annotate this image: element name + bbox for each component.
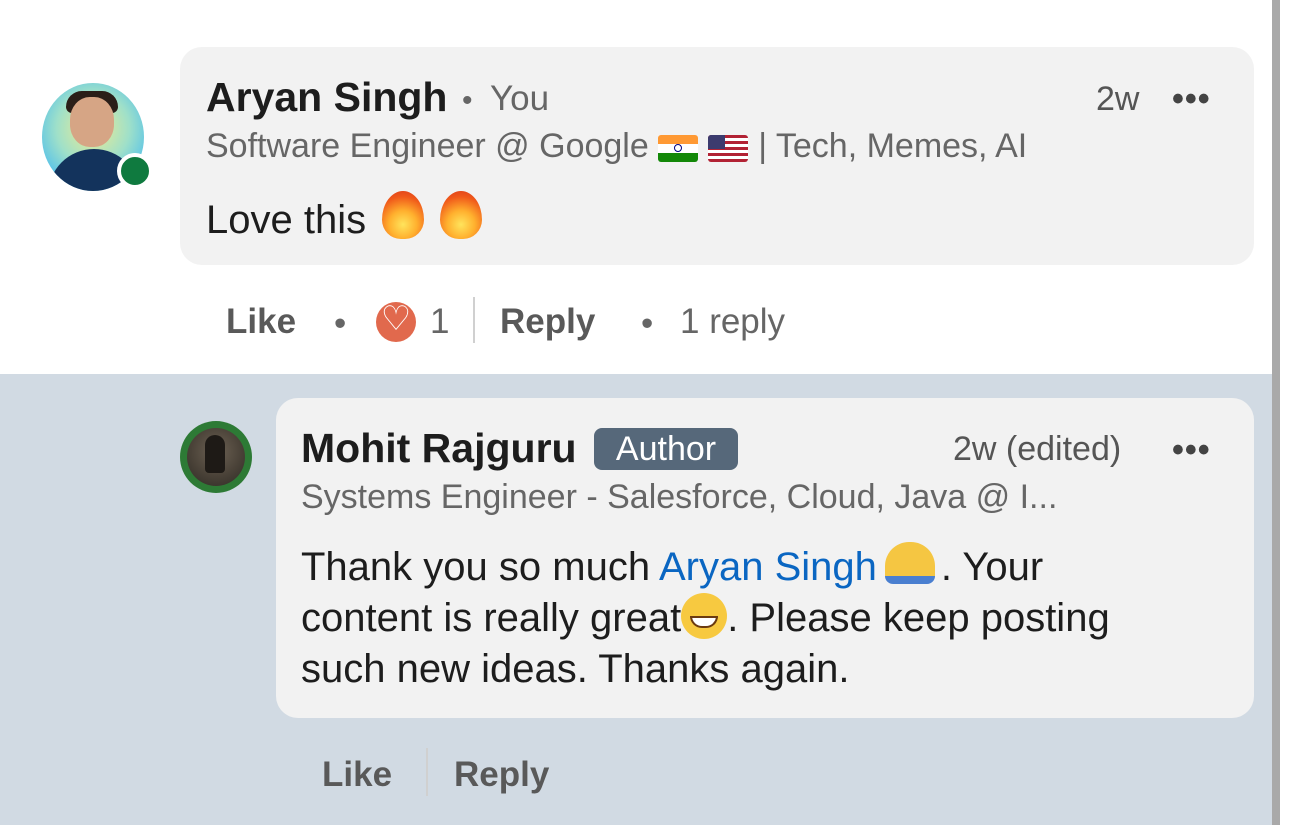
reply-author-headline: Systems Engineer - Salesforce, Cloud, Ja… (301, 478, 1058, 516)
author-badge: Author (594, 428, 738, 470)
online-status-icon (117, 153, 153, 189)
fire-emoji-icon (382, 191, 425, 239)
fire-emoji-icon (440, 191, 483, 239)
avatar[interactable] (180, 421, 252, 493)
love-reaction-icon[interactable] (376, 299, 416, 342)
more-options-icon[interactable]: ••• (1172, 80, 1211, 119)
reply-timestamp: 2w (edited) (953, 430, 1122, 468)
action-divider (473, 297, 475, 343)
scrollbar[interactable] (1272, 0, 1280, 825)
comment-body: Love this (206, 191, 483, 246)
comment-reply-button[interactable]: Reply (500, 302, 595, 342)
reply-author-name[interactable]: Mohit Rajguru (301, 425, 577, 472)
replies-count-link[interactable]: 1 reply (680, 302, 785, 342)
grinning-face-emoji-icon (681, 593, 728, 639)
usa-flag-icon (708, 134, 749, 162)
you-label: You (490, 79, 550, 118)
reply-body: Thank you so much Aryan Singh. Your conte… (301, 542, 1241, 695)
reply-like-button[interactable]: Like (322, 755, 392, 795)
comment-timestamp: 2w (1096, 80, 1140, 118)
separator-dot: • (641, 304, 654, 343)
folded-hands-emoji-icon (884, 542, 935, 584)
india-flag-icon (658, 134, 699, 162)
separator-dot: • (462, 84, 473, 117)
reaction-count[interactable]: 1 (430, 302, 449, 342)
mention-link[interactable]: Aryan Singh (659, 545, 877, 589)
comment-author-name[interactable]: Aryan Singh (206, 74, 447, 121)
reply-reply-button[interactable]: Reply (454, 755, 549, 795)
separator-dot: • (334, 304, 347, 343)
comment-author-headline: Software Engineer @ Google | Tech, Memes… (206, 127, 1028, 165)
action-divider (426, 748, 428, 796)
more-options-icon[interactable]: ••• (1172, 431, 1211, 470)
comment-like-button[interactable]: Like (226, 302, 296, 342)
